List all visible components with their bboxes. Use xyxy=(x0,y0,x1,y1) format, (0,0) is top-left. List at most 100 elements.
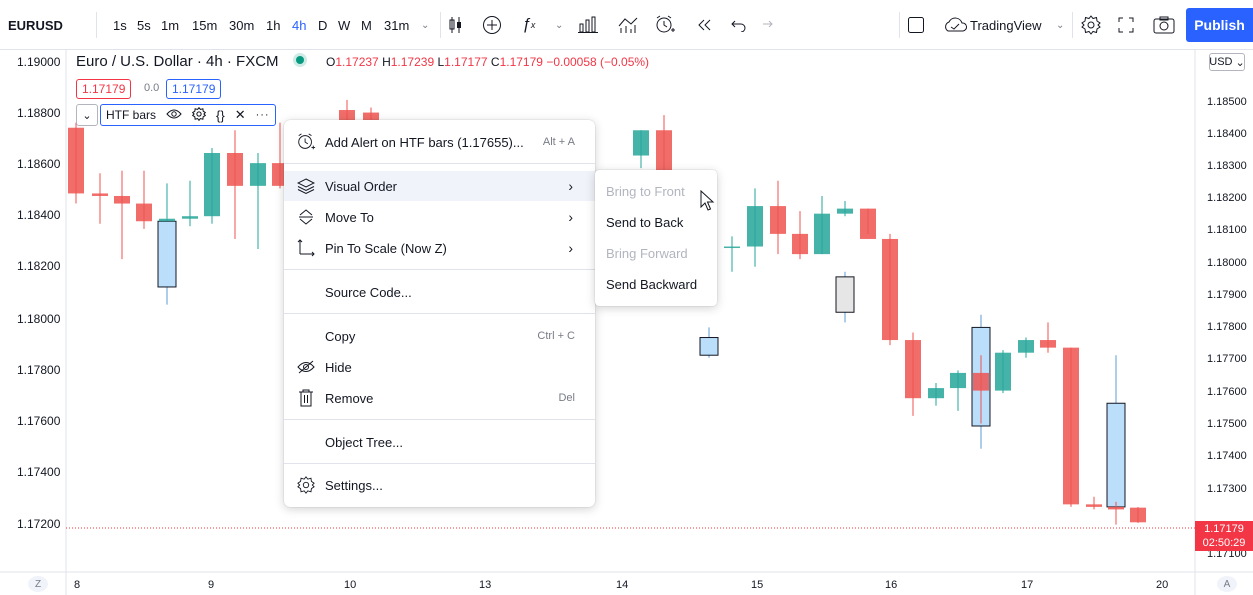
more-dots-icon[interactable]: ··· xyxy=(256,109,270,121)
interval-31m[interactable]: 31m xyxy=(384,0,409,50)
menu-item-visual-order[interactable]: Visual Order › xyxy=(284,171,595,201)
submenu-send-backward[interactable]: Send Backward xyxy=(606,277,697,292)
time-axis-tick: 14 xyxy=(616,579,629,591)
candle-down[interactable] xyxy=(860,208,876,239)
alert-clock-icon[interactable] xyxy=(654,0,676,50)
htf-bar[interactable] xyxy=(157,220,177,288)
layout-chevron-down-icon[interactable]: ⌄ xyxy=(1056,0,1064,50)
menu-item-object-tree[interactable]: Object Tree... xyxy=(284,427,595,457)
candle-down[interactable] xyxy=(136,203,152,222)
menu-item-move-to[interactable]: Move To › xyxy=(284,202,595,232)
candle-up[interactable] xyxy=(814,213,830,255)
htf-bar[interactable] xyxy=(835,276,855,313)
currency-selector[interactable]: USD ⌄ xyxy=(1209,53,1245,71)
menu-item-copy[interactable]: Copy Ctrl + C xyxy=(284,321,595,351)
add-indicator-plus-icon[interactable] xyxy=(482,0,502,50)
candle-up[interactable] xyxy=(159,218,175,222)
menu-item-remove[interactable]: Remove Del xyxy=(284,383,595,413)
replay-icon[interactable] xyxy=(696,0,712,50)
indicator-settings-gear-icon[interactable] xyxy=(191,106,207,124)
interval-1m[interactable]: 1m xyxy=(161,0,179,50)
settings-gear-icon[interactable] xyxy=(1081,0,1101,50)
interval-w[interactable]: W xyxy=(338,0,350,50)
interval-4h[interactable]: 4h xyxy=(292,0,306,50)
remove-close-icon[interactable]: ✕ xyxy=(235,107,246,123)
htf-bar[interactable] xyxy=(699,337,719,356)
indicators-fx-icon[interactable]: ƒx xyxy=(522,0,535,50)
candle-down[interactable] xyxy=(656,130,672,171)
indicator-htf-bars[interactable]: HTF bars {} ✕ ··· xyxy=(100,104,276,126)
menu-item-add-alert[interactable]: Add Alert on HTF bars (1.17655)... Alt +… xyxy=(284,127,595,157)
menu-item-hide[interactable]: Hide xyxy=(284,352,595,382)
menu-item-label: Hide xyxy=(325,359,352,375)
candle-up[interactable] xyxy=(928,388,944,399)
undo-icon[interactable] xyxy=(731,0,747,50)
symbol-search[interactable]: EURUSD xyxy=(0,0,82,50)
candle-down[interactable] xyxy=(770,206,786,234)
interval-1s[interactable]: 1s xyxy=(113,0,127,50)
interval-30m[interactable]: 30m xyxy=(229,0,254,50)
layout-name[interactable]: TradingView xyxy=(970,0,1042,50)
candle-down[interactable] xyxy=(1130,507,1146,523)
candle-up[interactable] xyxy=(182,216,198,219)
legend-title[interactable]: Euro / U.S. Dollar · 4h · FXCM xyxy=(76,53,279,70)
candle-down[interactable] xyxy=(92,193,108,196)
candle-type-icon[interactable] xyxy=(448,0,464,50)
candlestick-chart[interactable] xyxy=(0,50,1253,595)
candle-down[interactable] xyxy=(792,233,808,255)
source-code-braces-icon[interactable]: {} xyxy=(216,108,225,123)
sell-button[interactable]: 1.17179 xyxy=(76,79,132,99)
menu-item-source-code[interactable]: Source Code... xyxy=(284,277,595,307)
fullscreen-icon[interactable] xyxy=(1118,0,1134,50)
chart-pane[interactable] xyxy=(0,50,1253,595)
buy-button[interactable]: 1.17179 xyxy=(166,79,222,99)
interval-5s[interactable]: 5s xyxy=(137,0,151,50)
candle-up[interactable] xyxy=(747,206,763,247)
menu-item-settings[interactable]: Settings... xyxy=(284,470,595,500)
candle-down[interactable] xyxy=(114,195,130,204)
candle-down[interactable] xyxy=(1086,504,1102,507)
submenu-send-to-back[interactable]: Send to Back xyxy=(606,215,683,230)
interval-m[interactable]: M xyxy=(361,0,372,50)
candle-down[interactable] xyxy=(1063,347,1079,505)
candle-up[interactable] xyxy=(204,153,220,217)
redo-icon[interactable] xyxy=(757,0,773,50)
candle-up[interactable] xyxy=(1018,340,1034,353)
compare-icon[interactable] xyxy=(618,0,638,50)
candle-up[interactable] xyxy=(633,130,649,156)
snapshot-camera-icon[interactable] xyxy=(1153,0,1175,50)
submenu-bring-forward[interactable]: Bring Forward xyxy=(606,246,688,261)
candle-up[interactable] xyxy=(724,246,740,249)
interval-d[interactable]: D xyxy=(318,0,327,50)
zoom-reset-button[interactable]: Z xyxy=(28,576,48,592)
market-status-icon[interactable] xyxy=(296,56,304,64)
candle-down[interactable] xyxy=(973,372,989,391)
candle-down[interactable] xyxy=(882,238,898,341)
menu-item-pin-to-scale[interactable]: Pin To Scale (Now Z) › xyxy=(284,233,595,263)
candle-up[interactable] xyxy=(250,163,266,186)
candle-down[interactable] xyxy=(905,340,921,399)
eye-icon[interactable] xyxy=(166,108,182,123)
candle-up[interactable] xyxy=(995,352,1011,391)
interval-1h[interactable]: 1h xyxy=(266,0,280,50)
collapse-chevron-down-icon[interactable]: ⌄ xyxy=(76,104,98,126)
candle-down[interactable] xyxy=(227,153,243,186)
interval-15m[interactable]: 15m xyxy=(192,0,217,50)
candle-down[interactable] xyxy=(1108,506,1124,510)
candle-up[interactable] xyxy=(837,208,853,214)
indicator-name[interactable]: HTF bars xyxy=(106,108,156,122)
cloud-icon[interactable] xyxy=(942,0,968,50)
interval-dropdown-chevron-icon[interactable]: ⌄ xyxy=(421,0,429,50)
submenu-bring-to-front[interactable]: Bring to Front xyxy=(606,184,685,199)
layout-square-icon[interactable] xyxy=(907,0,925,50)
htf-bar[interactable] xyxy=(1106,402,1126,508)
candle-down[interactable] xyxy=(68,127,84,194)
indicator-templates-icon[interactable] xyxy=(578,0,598,50)
candle-down[interactable] xyxy=(1040,340,1056,348)
candle-up[interactable] xyxy=(950,372,966,389)
auto-scale-button[interactable]: A xyxy=(1217,576,1237,592)
indicators-chevron-icon[interactable]: ⌄ xyxy=(555,0,563,50)
currency-label[interactable]: USD xyxy=(1209,56,1232,68)
publish-button[interactable]: Publish xyxy=(1186,8,1253,42)
ohlc-values: O1.17237 H1.17239 L1.17177 C1.17179 −0.0… xyxy=(326,55,649,69)
